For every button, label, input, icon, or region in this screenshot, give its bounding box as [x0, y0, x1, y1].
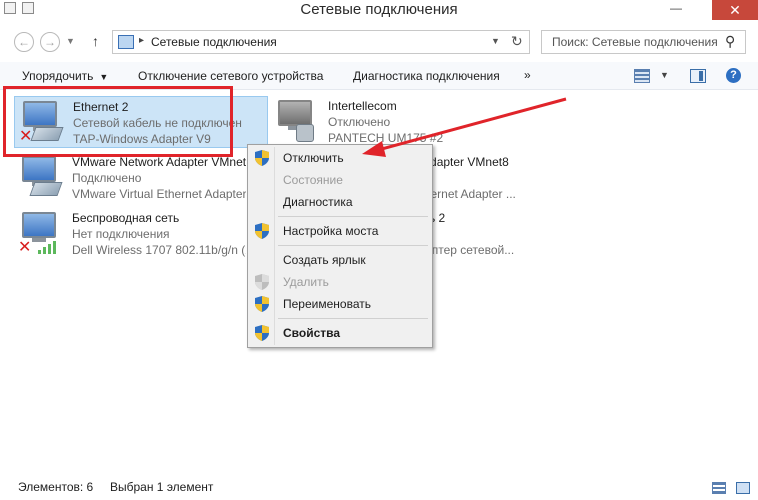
uac-shield-icon [255, 274, 269, 290]
uac-shield-icon [255, 325, 269, 341]
window-title: Сетевые подключения [300, 1, 458, 18]
connection-item-vmnet1[interactable]: VMware Network Adapter VMnet1 Подключено… [14, 152, 246, 204]
menu-label: Свойства [283, 326, 341, 340]
close-button[interactable]: ✕ [712, 0, 758, 20]
menu-item-bridge[interactable]: Настройка моста [250, 220, 430, 242]
breadcrumb[interactable]: Сетевые подключения [151, 35, 277, 49]
search-input[interactable]: Поиск: Сетевые подключения ⚲ [541, 30, 746, 54]
up-arrow-icon[interactable]: ↑ [92, 33, 99, 49]
uac-shield-icon [255, 150, 269, 166]
connection-status: Отключено [328, 115, 391, 129]
menu-item-rename[interactable]: Переименовать [250, 293, 430, 315]
context-menu: Отключить Состояние Диагностика Настройк… [247, 144, 433, 348]
breadcrumb-chevron-icon[interactable]: ▸ [139, 35, 144, 46]
disable-device-button[interactable]: Отключение сетевого устройства [138, 69, 323, 83]
large-icons-view-icon[interactable] [736, 482, 750, 494]
menu-label: Отключить [283, 151, 344, 165]
preview-pane-icon[interactable] [690, 69, 706, 83]
connection-status: Подключено [72, 171, 142, 185]
organize-button[interactable]: Упорядочить ▼ [22, 69, 108, 83]
menu-separator [278, 318, 428, 319]
connection-name: Intertellecom [328, 99, 397, 113]
details-view-icon[interactable] [712, 482, 726, 494]
back-button[interactable]: ← [14, 32, 34, 52]
connection-item-wireless[interactable]: ✕ Беспроводная сеть Нет подключения Dell… [14, 208, 246, 260]
menu-label: Переименовать [283, 297, 371, 311]
connection-item-intertellecom[interactable]: Intertellecom Отключено PANTECH UM175 #2 [270, 96, 520, 148]
more-commands-button[interactable]: » [524, 68, 531, 82]
connection-status: Нет подключения [72, 227, 170, 241]
menu-item-disable[interactable]: Отключить [250, 147, 430, 169]
chevron-down-icon: ▼ [99, 72, 109, 82]
menu-label: Удалить [283, 275, 329, 289]
menu-item-delete[interactable]: Удалить [250, 271, 430, 293]
network-adapter-icon [18, 156, 64, 200]
view-options-icon[interactable] [634, 69, 650, 83]
forward-button[interactable]: → [40, 32, 60, 52]
title-bar: Сетевые подключения — ✕ [0, 0, 758, 22]
diagnose-button[interactable]: Диагностика подключения [353, 69, 500, 83]
status-bar: Элементов: 6 Выбран 1 элемент [0, 476, 758, 500]
address-row: ← → ▼ ↑ ▸ Сетевые подключения ▼ ↻ Поиск:… [0, 28, 758, 58]
connection-adapter: VMware Virtual Ethernet Adapter ... [72, 187, 246, 201]
modem-adapter-icon [274, 100, 320, 144]
connection-name: Беспроводная сеть [72, 211, 180, 225]
signal-bars-icon [38, 240, 58, 254]
error-x-icon: ✕ [18, 239, 32, 256]
annotation-highlight-box [3, 86, 233, 157]
wireless-adapter-icon: ✕ [18, 212, 64, 256]
menu-label: Настройка моста [283, 224, 379, 238]
address-bar[interactable]: ▸ Сетевые подключения ▼ ↻ [112, 30, 530, 54]
view-dropdown-icon[interactable]: ▼ [660, 70, 669, 80]
menu-separator [278, 245, 428, 246]
recent-locations-chevron-icon[interactable]: ▼ [66, 36, 75, 46]
minimize-button[interactable]: — [670, 2, 682, 14]
menu-item-properties[interactable]: Свойства [250, 322, 430, 344]
refresh-icon[interactable]: ↻ [511, 33, 523, 50]
menu-item-create-shortcut[interactable]: Создать ярлык [250, 249, 430, 271]
organize-label: Упорядочить [22, 69, 94, 83]
connection-adapter: Dell Wireless 1707 802.11b/g/n (2 [72, 243, 246, 257]
phone-icon [296, 124, 314, 142]
search-icon[interactable]: ⚲ [725, 33, 735, 50]
menu-item-diagnose[interactable]: Диагностика [250, 191, 430, 213]
uac-shield-icon [255, 296, 269, 312]
item-count: Элементов: 6 [18, 480, 94, 494]
menu-label: Диагностика [283, 195, 353, 209]
help-icon[interactable]: ? [726, 68, 741, 83]
menu-separator [278, 216, 428, 217]
menu-item-status[interactable]: Состояние [250, 169, 430, 191]
selection-count: Выбран 1 элемент [110, 480, 214, 494]
address-dropdown-icon[interactable]: ▼ [491, 36, 500, 46]
control-panel-icon [118, 35, 134, 49]
menu-label: Состояние [283, 173, 343, 187]
uac-shield-icon [255, 223, 269, 239]
menu-label: Создать ярлык [283, 253, 366, 267]
search-placeholder: Поиск: Сетевые подключения [552, 35, 718, 49]
